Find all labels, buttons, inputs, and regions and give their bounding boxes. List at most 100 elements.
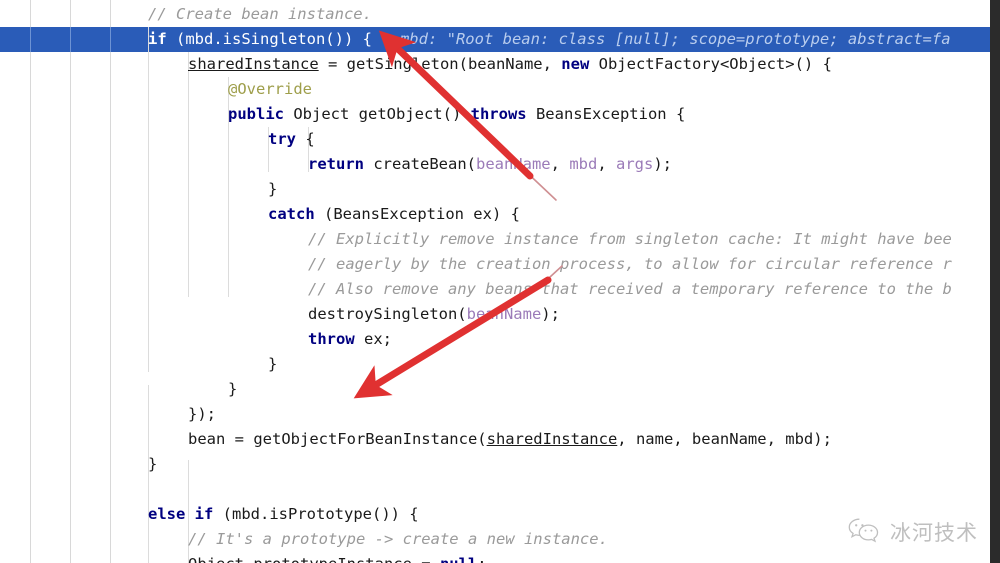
code-line[interactable]: } xyxy=(0,377,1000,402)
code-line-text: bean = getObjectForBeanInstance(sharedIn… xyxy=(188,430,832,448)
code-token-kw: if xyxy=(194,505,214,523)
code-token-plain: } xyxy=(148,455,158,473)
code-line-text: Object prototypeInstance = null; xyxy=(188,555,487,563)
code-token-kw: throws xyxy=(470,105,527,123)
code-line[interactable]: return createBean(beanName, mbd, args); xyxy=(0,152,1000,177)
code-line-text: sharedInstance = getSingleton(beanName, … xyxy=(188,55,832,73)
code-token-plain: , name, beanName, mbd); xyxy=(617,430,832,448)
code-line[interactable]: }); xyxy=(0,402,1000,427)
code-line-text: // eagerly by the creation process, to a… xyxy=(308,255,952,273)
code-token-comment: // It's a prototype -> create a new inst… xyxy=(188,530,608,548)
code-token-kw: if xyxy=(148,30,167,48)
code-text-area[interactable]: // Create bean instance. if (mbd.isSingle… xyxy=(0,0,1000,563)
window-right-edge xyxy=(990,0,1000,563)
code-token-plain: , xyxy=(597,155,616,173)
code-line[interactable]: sharedInstance = getSingleton(beanName, … xyxy=(0,52,1000,77)
code-token-param: args xyxy=(615,155,654,173)
code-line-text: } xyxy=(228,380,237,398)
code-line-text: // Create bean instance. xyxy=(148,5,372,23)
code-line[interactable] xyxy=(0,477,1000,502)
code-token-hint: mbd: "Root bean: class [null]; scope=pro… xyxy=(371,30,951,48)
code-token-comment: // eagerly by the creation process, to a… xyxy=(308,255,952,273)
wechat-logo-icon xyxy=(847,517,881,547)
code-token-plain: (BeansException ex) { xyxy=(314,205,520,223)
code-token-comment: // Create bean instance. xyxy=(148,5,372,23)
code-line[interactable]: if (mbd.isSingleton()) { mbd: "Root bean… xyxy=(0,27,1000,52)
code-token-kw: else xyxy=(148,505,186,523)
code-token-plain: = xyxy=(412,555,440,563)
code-token-plain: ; xyxy=(477,555,486,563)
code-token-plain: ObjectFactory<Object>() { xyxy=(589,55,832,73)
code-token-plain: Object xyxy=(188,555,253,563)
code-line[interactable]: catch (BeansException ex) { xyxy=(0,202,1000,227)
code-line[interactable]: // eagerly by the creation process, to a… xyxy=(0,252,1000,277)
watermark-text: 冰河技术 xyxy=(890,521,978,545)
code-line-text: } xyxy=(148,455,157,473)
code-token-kw: return xyxy=(308,155,364,173)
code-line-text: // It's a prototype -> create a new inst… xyxy=(188,530,608,548)
code-token-kw: try xyxy=(268,130,296,148)
code-line[interactable]: } xyxy=(0,452,1000,477)
code-token-plain: } xyxy=(268,355,278,373)
code-token-param: beanName xyxy=(475,155,551,173)
code-token-var-ul: sharedInstance xyxy=(486,430,618,448)
code-token-plain: bean = getObjectForBeanInstance( xyxy=(188,430,487,448)
code-line-text: throw ex; xyxy=(308,330,392,348)
code-line-text: return createBean(beanName, mbd, args); xyxy=(308,155,672,173)
code-line[interactable]: // Explicitly remove instance from singl… xyxy=(0,227,1000,252)
code-token-plain: } xyxy=(228,380,238,398)
code-line-text: }); xyxy=(188,405,216,423)
code-token-comment: // Explicitly remove instance from singl… xyxy=(308,230,952,248)
code-token-param: mbd xyxy=(569,155,598,173)
code-token-comment: // Also remove any beans that received a… xyxy=(308,280,952,298)
code-token-plain: }); xyxy=(188,405,216,423)
code-token-plain: ); xyxy=(541,305,560,323)
code-line[interactable]: destroySingleton(beanName); xyxy=(0,302,1000,327)
code-token-plain: createBean( xyxy=(364,155,476,173)
code-line[interactable]: throw ex; xyxy=(0,327,1000,352)
code-token-kw: null xyxy=(440,555,477,563)
code-token-kw: throw xyxy=(308,330,355,348)
code-token-plain: ); xyxy=(653,155,672,173)
code-token-kw: catch xyxy=(268,205,315,223)
code-token-plain: (mbd.isPrototype()) { xyxy=(213,505,419,523)
code-token-annot: @Override xyxy=(228,80,312,98)
code-line-text: try { xyxy=(268,130,315,148)
code-token-plain: = getSingleton(beanName, xyxy=(318,55,562,73)
code-line[interactable]: Object prototypeInstance = null; xyxy=(0,552,1000,563)
code-token-param: beanName xyxy=(466,305,542,323)
code-token-plain: } xyxy=(268,180,278,198)
code-token-plain: Object getObject() xyxy=(284,105,471,123)
code-token-plain: { xyxy=(296,130,315,148)
code-line-text: if (mbd.isSingleton()) { mbd: "Root bean… xyxy=(148,30,951,48)
code-line[interactable]: // Also remove any beans that received a… xyxy=(0,277,1000,302)
code-line[interactable]: try { xyxy=(0,127,1000,152)
code-line[interactable]: @Override xyxy=(0,77,1000,102)
code-line-text: else if (mbd.isPrototype()) { xyxy=(148,505,419,523)
code-line-text: } xyxy=(268,355,277,373)
code-token-kw: public xyxy=(228,105,284,123)
code-token-var-ul: sharedInstance xyxy=(188,55,319,73)
code-token-plain: destroySingleton( xyxy=(308,305,467,323)
code-line-text: public Object getObject() throws BeansEx… xyxy=(228,105,685,123)
code-line-text: // Explicitly remove instance from singl… xyxy=(308,230,952,248)
code-token-kw: new xyxy=(561,55,590,73)
code-line[interactable]: // Create bean instance. xyxy=(0,2,1000,27)
code-token-plain: BeansException { xyxy=(526,105,686,123)
code-editor-viewport[interactable]: // Create bean instance. if (mbd.isSingle… xyxy=(0,0,1000,563)
watermark: 冰河技术 xyxy=(847,517,978,547)
code-line-text: @Override xyxy=(228,80,312,98)
code-line[interactable]: bean = getObjectForBeanInstance(sharedIn… xyxy=(0,427,1000,452)
code-token-plain: ex; xyxy=(354,330,392,348)
code-token-plain: , xyxy=(550,155,570,173)
code-token-plain: (mbd.isSingleton()) { xyxy=(166,30,372,48)
code-line-text: catch (BeansException ex) { xyxy=(268,205,520,223)
code-line[interactable]: } xyxy=(0,352,1000,377)
code-token-var-ul: prototypeInstance xyxy=(253,555,412,563)
code-line[interactable]: } xyxy=(0,177,1000,202)
code-line-text: destroySingleton(beanName); xyxy=(308,305,560,323)
code-line[interactable]: public Object getObject() throws BeansEx… xyxy=(0,102,1000,127)
code-line-text: // Also remove any beans that received a… xyxy=(308,280,952,298)
code-line-text: } xyxy=(268,180,277,198)
